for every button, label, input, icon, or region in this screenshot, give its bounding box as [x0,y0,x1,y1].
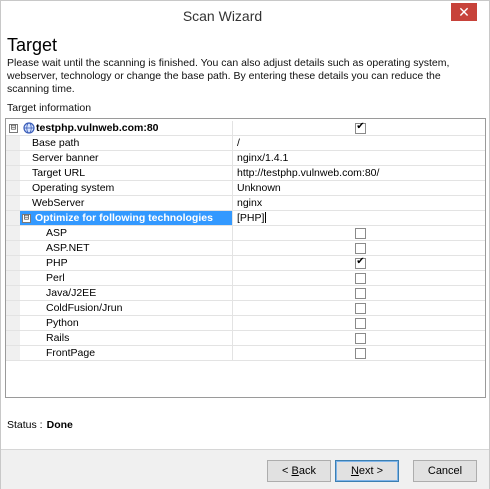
technology-checkbox[interactable] [355,273,366,284]
technologies-value-editor[interactable]: [PHP] [233,211,485,226]
row-gutter [6,346,20,360]
row-gutter [6,271,20,285]
row-gutter [6,136,20,150]
technology-item[interactable]: Python [6,316,485,331]
technology-item[interactable]: ASP [6,226,485,241]
property-row[interactable]: Base path / [6,136,485,151]
technology-label: ASP.NET [46,242,90,254]
technology-checkbox[interactable] [355,288,366,299]
technology-checkbox[interactable] [355,348,366,359]
technologies-value: [PHP] [237,212,265,224]
technology-label: FrontPage [46,347,96,359]
host-name-cell: ⊟ testphp.vulnweb.com:80 [6,121,233,136]
back-button[interactable]: < Back [267,460,331,482]
check-mark-icon: ✔ [356,121,365,132]
text-caret [265,212,267,223]
property-row[interactable]: Target URL http://testphp.vulnweb.com:80… [6,166,485,181]
target-information-label: Target information [7,102,92,114]
property-row[interactable]: Server banner nginx/1.4.1 [6,151,485,166]
next-mnemonic: N [350,465,359,477]
status-value: Done [46,419,73,431]
host-name: testphp.vulnweb.com:80 [36,122,159,134]
property-value[interactable]: nginx/1.4.1 [233,151,485,166]
status-label: Status : [7,419,43,431]
technology-checkbox[interactable] [355,333,366,344]
technology-item[interactable]: Java/J2EE [6,286,485,301]
technology-item[interactable]: ColdFusion/Jrun [6,301,485,316]
property-value[interactable]: / [233,136,485,151]
page-description: Please wait until the scanning is finish… [7,57,450,95]
scan-wizard-window: Scan Wizard ✕ Target Please wait until t… [0,0,490,489]
property-label: Operating system [32,182,115,194]
row-gutter [6,301,20,315]
collapse-technologies-toggle[interactable]: ⊟ [22,214,31,223]
next-label-rest: ext > [358,465,384,477]
property-label: Base path [32,137,80,149]
page-title: Target [7,35,58,55]
technology-item[interactable]: Rails [6,331,485,346]
cancel-button[interactable]: Cancel [413,460,477,482]
property-value[interactable]: Unknown [233,181,485,196]
technology-item[interactable]: Perl [6,271,485,286]
technology-label: PHP [46,257,68,269]
technology-item[interactable]: ASP.NET [6,241,485,256]
technology-label: Rails [46,332,70,344]
row-gutter [6,316,20,330]
property-row[interactable]: Operating system Unknown [6,181,485,196]
globe-icon [23,122,35,134]
collapse-host-toggle[interactable]: ⊟ [9,124,18,133]
row-gutter [6,331,20,345]
technology-checkbox[interactable] [355,318,366,329]
host-enabled-cell: ✔ [233,121,485,136]
row-gutter [6,286,20,300]
technology-label: ColdFusion/Jrun [46,302,123,314]
technology-checkbox[interactable] [355,303,366,314]
technology-checkbox[interactable] [355,228,366,239]
back-label-rest: ack [298,465,316,477]
back-prefix: < [282,465,292,477]
next-button[interactable]: Next > [335,460,399,482]
row-gutter [6,181,20,195]
technology-label: Perl [46,272,65,284]
row-gutter [6,166,20,180]
close-button[interactable]: ✕ [451,3,477,21]
property-label: Server banner [32,152,99,164]
row-gutter [6,196,20,210]
technology-label: Python [46,317,79,329]
row-gutter [6,211,20,225]
technology-checkbox[interactable]: ✔ [355,256,366,269]
window-title: Scan Wizard [182,8,263,24]
host-row[interactable]: ⊟ testphp.vulnweb.com:80 ✔ [6,121,485,136]
back-mnemonic: B [291,465,299,477]
technology-label: ASP [46,227,68,239]
technologies-label: Optimize for following technologies [35,212,213,224]
technology-checkbox[interactable] [355,243,366,254]
property-label: WebServer [32,197,85,209]
host-enabled-checkbox[interactable]: ✔ [355,121,366,134]
target-property-grid[interactable]: ⊟ testphp.vulnweb.com:80 ✔ Base path / S… [5,118,486,398]
property-value[interactable]: http://testphp.vulnweb.com:80/ [233,166,485,181]
row-gutter [6,241,20,255]
title-bar: Scan Wizard ✕ [1,1,489,31]
status-area: Status : Done [7,419,73,431]
row-gutter [6,226,20,240]
row-gutter [6,256,20,270]
technology-item[interactable]: PHP ✔ [6,256,485,271]
property-label: Target URL [32,167,86,179]
property-value[interactable]: nginx [233,196,485,211]
property-row[interactable]: WebServer nginx [6,196,485,211]
row-gutter [6,151,20,165]
technology-label: Java/J2EE [46,287,97,299]
check-mark-icon: ✔ [356,256,365,267]
technology-item[interactable]: FrontPage [6,346,485,361]
technologies-row[interactable]: ⊟ Optimize for following technologies [P… [6,211,485,226]
